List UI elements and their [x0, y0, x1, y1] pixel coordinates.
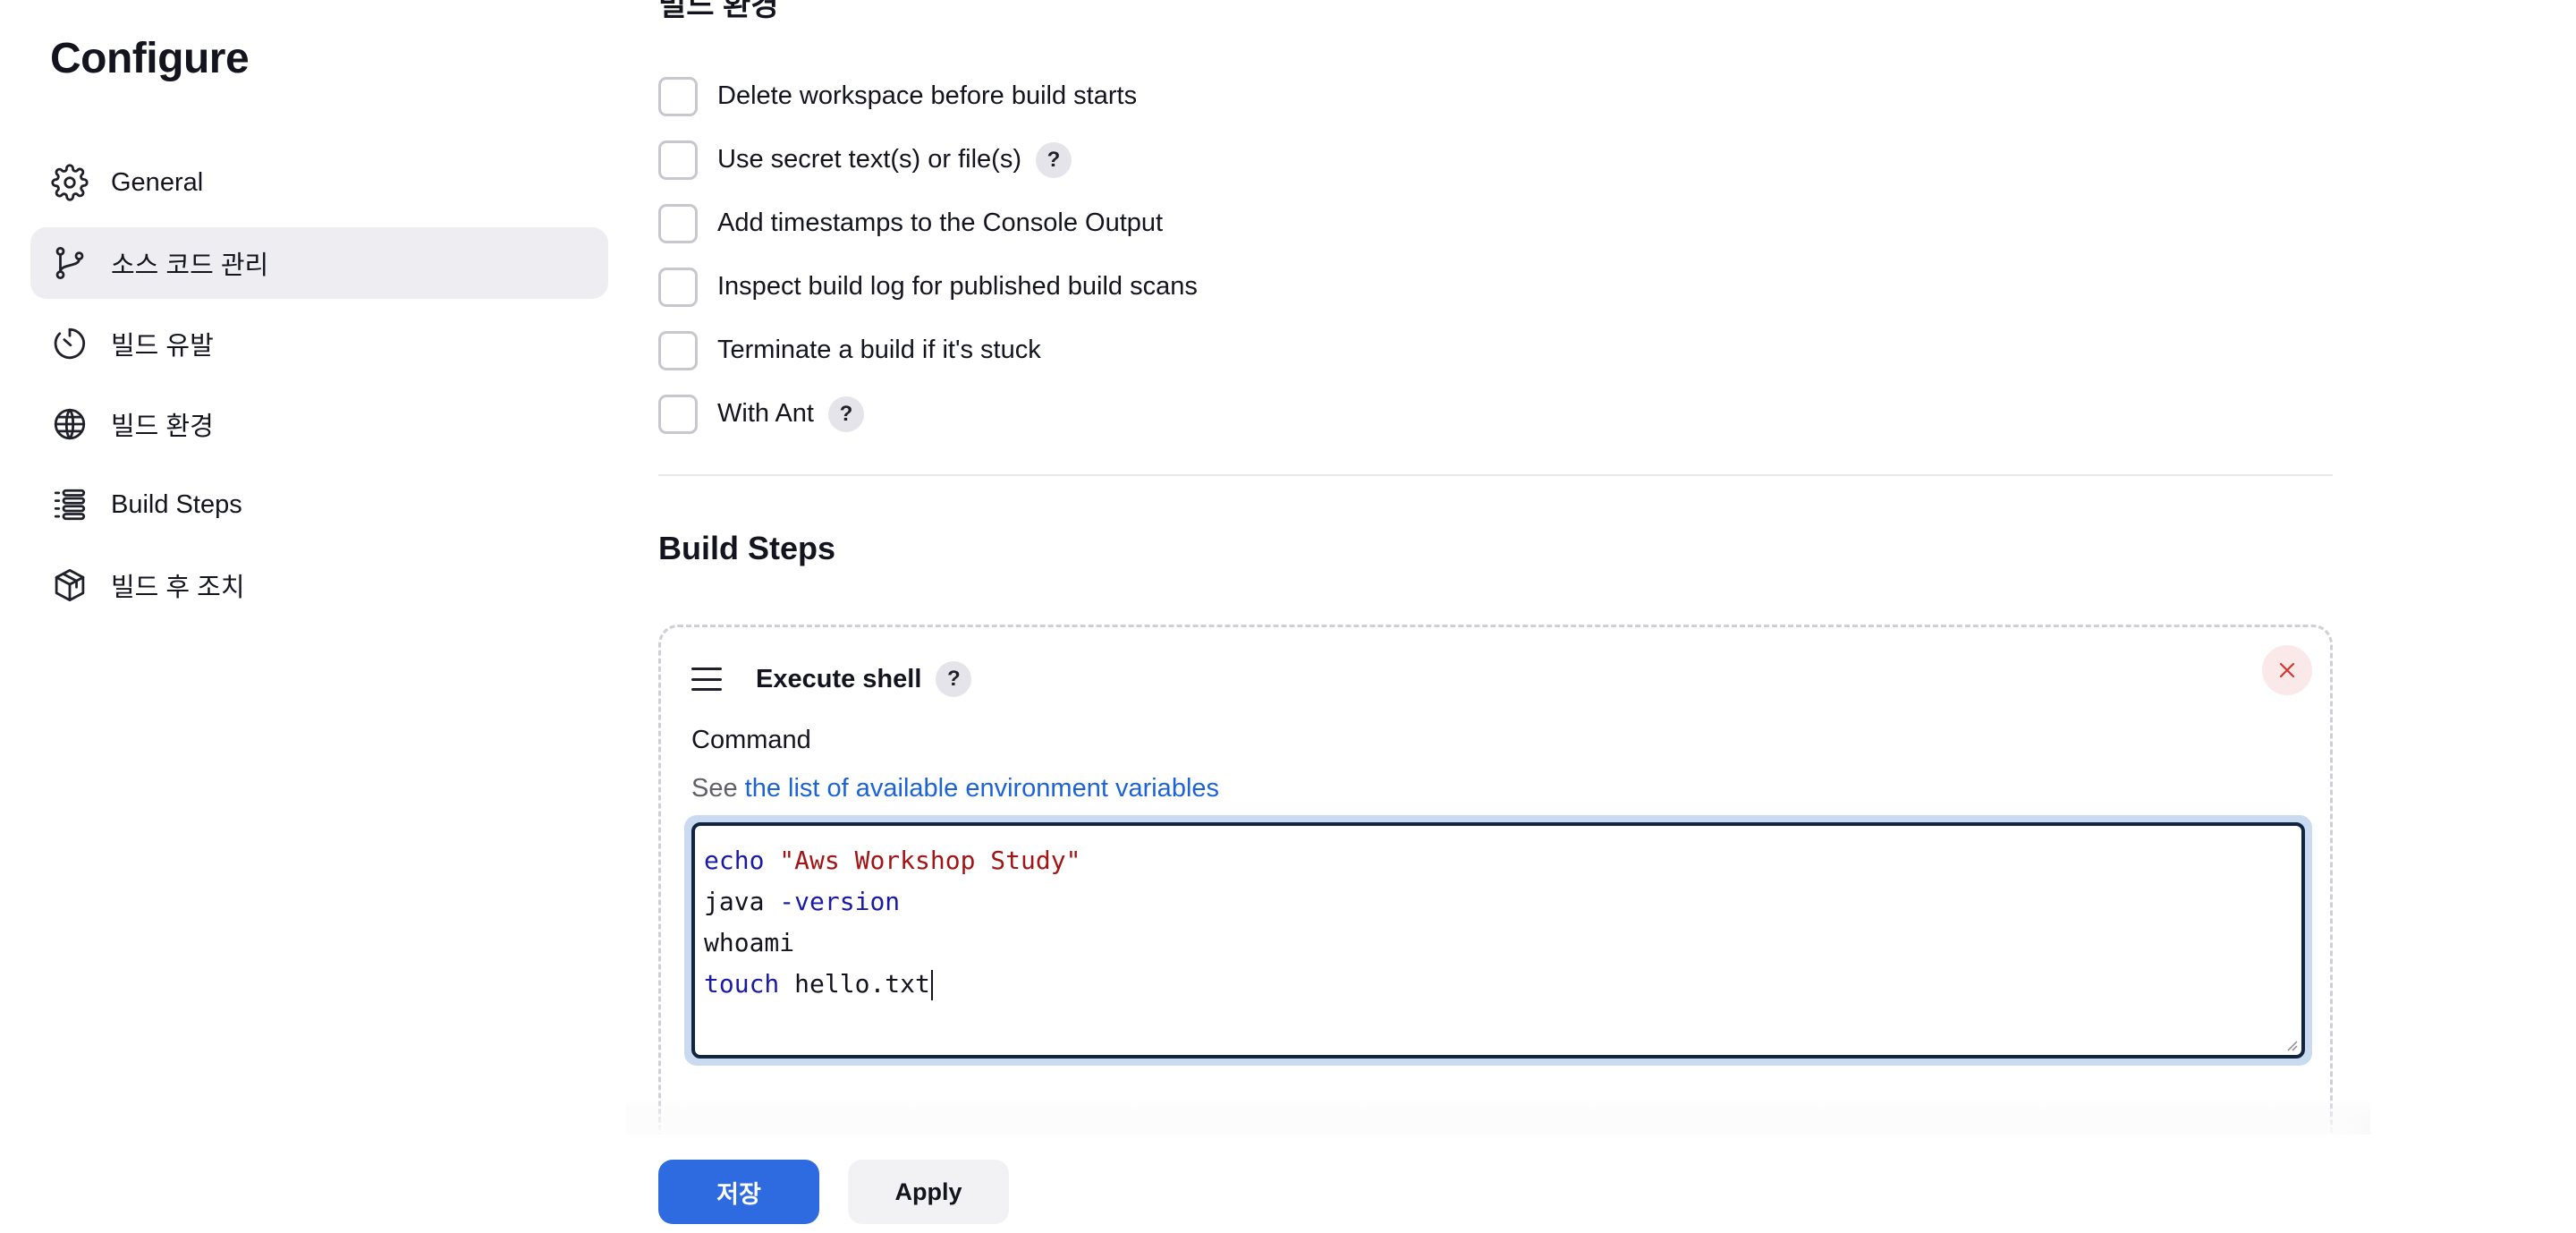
gear-icon: [50, 163, 89, 202]
delete-step-button[interactable]: [2262, 645, 2312, 695]
option-timestamps: Add timestamps to the Console Output: [658, 191, 1198, 255]
command-textarea[interactable]: echo "Aws Workshop Study" java -version …: [691, 822, 2305, 1059]
code-line: whoami: [704, 928, 795, 957]
env-vars-link[interactable]: the list of available environment variab…: [745, 774, 1219, 803]
main-content: 빌드 환경 Delete workspace before build star…: [658, 0, 2333, 1233]
sidebar-item-label: General: [111, 167, 204, 197]
page-title: Configure: [50, 35, 250, 82]
sidebar-item-label: 빌드 후 조치: [111, 574, 245, 602]
section-divider: [658, 474, 2333, 476]
list-icon: [50, 485, 89, 524]
sidebar-item-build-triggers[interactable]: 빌드 유발: [30, 308, 608, 379]
sidebar-item-label: 빌드 환경: [111, 412, 214, 441]
option-delete-workspace: Delete workspace before build starts: [658, 64, 1198, 128]
bottom-bar-shadow: [626, 1099, 2370, 1136]
sidebar-item-source-code[interactable]: 소스 코드 관리: [30, 227, 608, 299]
sidebar-item-general[interactable]: General: [30, 147, 608, 218]
timestamps-checkbox[interactable]: [658, 203, 698, 243]
sidebar: Configure General 소스 코드 관리 빌드 유발 빌드 환경 B…: [0, 0, 626, 1233]
delete-workspace-checkbox[interactable]: [658, 76, 698, 116]
help-icon[interactable]: ?: [1036, 141, 1072, 178]
code-line: java -version: [704, 887, 901, 916]
section-title-build-environment: 빌드 환경: [658, 0, 779, 22]
option-label: Delete workspace before build starts: [717, 81, 1138, 110]
option-label: Add timestamps to the Console Output: [717, 208, 1164, 237]
apply-button[interactable]: Apply: [848, 1160, 1009, 1224]
text-caret: [930, 970, 933, 1000]
option-label: Terminate a build if it's stuck: [717, 336, 1041, 364]
option-with-ant: With Ant ?: [658, 382, 1198, 446]
terminate-stuck-checkbox[interactable]: [658, 330, 698, 370]
bottom-action-bar: [0, 1135, 2370, 1233]
option-label: Use secret text(s) or file(s): [717, 145, 1021, 174]
code-line: echo "Aws Workshop Study": [704, 846, 1081, 875]
option-label: Inspect build log for published build sc…: [717, 272, 1198, 301]
timer-icon: [50, 324, 89, 363]
command-label: Command: [691, 726, 811, 754]
package-icon: [50, 565, 89, 605]
env-vars-hint: See the list of available environment va…: [691, 774, 1219, 804]
close-icon: [2279, 662, 2295, 678]
sidebar-item-label: Build Steps: [111, 489, 242, 519]
option-inspect-build-log: Inspect build log for published build sc…: [658, 255, 1198, 319]
inspect-build-log-checkbox[interactable]: [658, 267, 698, 307]
build-step-title: Execute shell: [756, 664, 922, 693]
build-environment-options: Delete workspace before build starts Use…: [658, 64, 1198, 446]
code-line: touch hello.txt: [704, 964, 2292, 1005]
with-ant-checkbox[interactable]: [658, 394, 698, 434]
build-step-header: Execute shell ?: [691, 658, 972, 701]
resize-handle-icon[interactable]: [2282, 1035, 2298, 1051]
option-label: With Ant: [717, 399, 814, 428]
globe-icon: [50, 404, 89, 444]
sidebar-item-build-environment[interactable]: 빌드 환경: [30, 388, 608, 460]
drag-handle-icon[interactable]: [691, 668, 722, 691]
help-icon[interactable]: ?: [936, 661, 972, 697]
option-secret-text: Use secret text(s) or file(s) ?: [658, 128, 1198, 191]
sidebar-nav: General 소스 코드 관리 빌드 유발 빌드 환경 Build Steps…: [30, 147, 608, 630]
sidebar-item-post-build[interactable]: 빌드 후 조치: [30, 549, 608, 621]
section-title-build-steps: Build Steps: [658, 530, 836, 566]
branch-icon: [50, 243, 89, 283]
save-button[interactable]: 저장: [658, 1160, 819, 1224]
command-editor-focus-ring: echo "Aws Workshop Study" java -version …: [684, 815, 2312, 1066]
see-prefix: See: [691, 774, 738, 803]
sidebar-item-build-steps[interactable]: Build Steps: [30, 469, 608, 540]
option-terminate-stuck: Terminate a build if it's stuck: [658, 319, 1198, 382]
sidebar-item-label: 빌드 유발: [111, 332, 214, 361]
help-icon[interactable]: ?: [828, 395, 864, 432]
secret-text-checkbox[interactable]: [658, 140, 698, 180]
sidebar-item-label: 소스 코드 관리: [111, 251, 269, 280]
